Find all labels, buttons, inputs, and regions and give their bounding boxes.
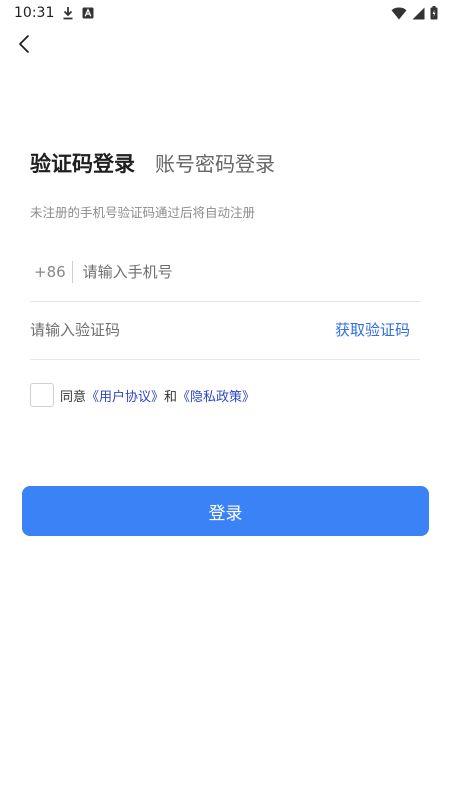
back-button[interactable] (10, 32, 38, 60)
status-left: 10:31 (14, 5, 94, 21)
agreement-row: 同意 《用户协议》 和 《隐私政策》 (30, 383, 255, 407)
phone-input[interactable] (82, 256, 383, 287)
status-right (391, 6, 438, 20)
get-code-button[interactable]: 获取验证码 (335, 319, 420, 340)
chevron-left-icon (17, 34, 31, 58)
status-time: 10:31 (14, 5, 55, 21)
battery-icon (430, 6, 438, 20)
wifi-icon (391, 7, 407, 20)
country-code[interactable]: +86 (30, 260, 73, 283)
phone-field: +86 (30, 242, 420, 302)
verification-code-input[interactable] (30, 314, 280, 345)
tab-password-login[interactable]: 账号密码登录 (155, 148, 275, 177)
status-bar: 10:31 (0, 0, 450, 26)
notification-a-icon (82, 7, 94, 19)
tab-sms-login[interactable]: 验证码登录 (30, 148, 135, 178)
agreement-conjunction: 和 (164, 389, 178, 405)
auto-register-hint: 未注册的手机号验证码通过后将自动注册 (30, 205, 256, 220)
download-icon (62, 6, 74, 20)
privacy-policy-link[interactable]: 《隐私政策》 (177, 386, 255, 405)
user-agreement-link[interactable]: 《用户协议》 (86, 386, 164, 405)
agreement-checkbox[interactable] (30, 383, 54, 407)
signal-icon (412, 7, 425, 20)
agreement-prefix: 同意 (60, 389, 87, 405)
login-button[interactable]: 登录 (22, 486, 429, 536)
login-mode-tabs: 验证码登录 账号密码登录 (30, 148, 275, 178)
code-field: 获取验证码 (30, 300, 420, 360)
